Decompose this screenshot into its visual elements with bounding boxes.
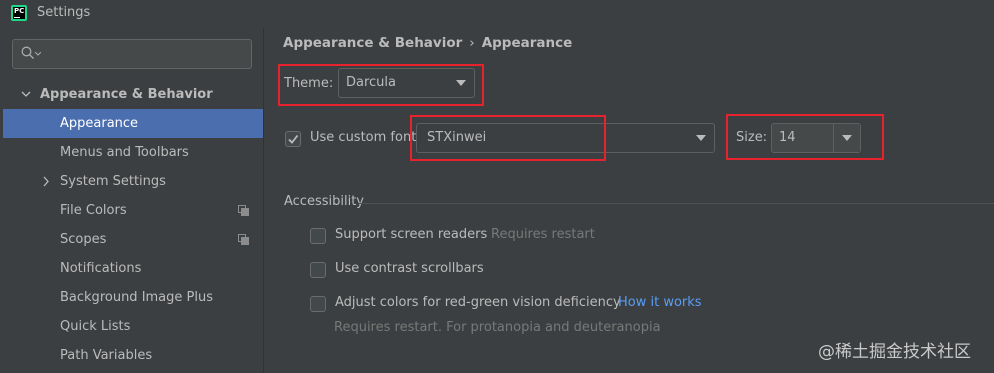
sidebar-item-notifications[interactable]: Notifications xyxy=(0,254,263,283)
section-divider xyxy=(359,203,994,204)
sidebar-item-menus-toolbars[interactable]: Menus and Toolbars xyxy=(0,138,263,167)
chevron-down-icon xyxy=(688,124,714,152)
copy-icon xyxy=(238,234,249,245)
breadcrumb-separator: › xyxy=(469,35,475,51)
font-highlight-box xyxy=(410,115,606,161)
sidebar-item-label: Notifications xyxy=(60,261,142,276)
support-screen-readers-label[interactable]: Support screen readers xyxy=(335,227,487,242)
sidebar-item-label: Menus and Toolbars xyxy=(60,145,189,160)
color-deficiency-label[interactable]: Adjust colors for red-green vision defic… xyxy=(335,295,621,310)
use-custom-font-label: Use custom font: xyxy=(310,130,421,145)
color-deficiency-hint: Requires restart. For protanopia and deu… xyxy=(334,320,661,335)
sidebar-item-file-colors[interactable]: File Colors xyxy=(0,196,263,225)
sidebar-item-appearance-behavior[interactable]: Appearance & Behavior xyxy=(0,80,263,109)
sidebar-item-quick-lists[interactable]: Quick Lists xyxy=(0,312,263,341)
theme-highlight-box xyxy=(278,64,484,106)
requires-restart-hint: Requires restart xyxy=(491,227,595,242)
watermark: @稀土掘金技术社区 xyxy=(818,342,971,362)
title-bar: PC Settings xyxy=(0,0,994,28)
breadcrumb: Appearance & Behavior › Appearance xyxy=(283,35,572,51)
how-it-works-link[interactable]: How it works xyxy=(618,295,702,310)
breadcrumb-current: Appearance xyxy=(481,35,573,51)
window-title: Settings xyxy=(37,5,91,20)
chevron-down-icon xyxy=(21,91,31,97)
sidebar-item-label: System Settings xyxy=(60,174,166,189)
support-screen-readers-checkbox[interactable] xyxy=(310,228,326,244)
sidebar-item-background-image-plus[interactable]: Background Image Plus xyxy=(0,283,263,312)
sidebar-item-scopes[interactable]: Scopes xyxy=(0,225,263,254)
accessibility-heading: Accessibility xyxy=(284,194,364,209)
sidebar-item-label: File Colors xyxy=(60,203,127,218)
size-highlight-box xyxy=(726,114,884,160)
sidebar-item-system-settings[interactable]: System Settings xyxy=(0,167,263,196)
sidebar-item-path-variables[interactable]: Path Variables xyxy=(0,341,263,370)
contrast-scrollbars-checkbox[interactable] xyxy=(310,262,326,278)
contrast-scrollbars-label[interactable]: Use contrast scrollbars xyxy=(335,261,484,276)
sidebar-item-label: Path Variables xyxy=(60,348,153,363)
settings-sidebar: Appearance & Behavior Appearance Menus a… xyxy=(0,28,263,373)
search-dropdown-icon xyxy=(35,52,41,56)
sidebar-item-label: Quick Lists xyxy=(60,319,131,334)
sidebar-item-label: Background Image Plus xyxy=(60,290,213,305)
breadcrumb-parent[interactable]: Appearance & Behavior xyxy=(283,35,462,51)
sidebar-item-label: Appearance & Behavior xyxy=(40,87,213,102)
sidebar-item-label: Appearance xyxy=(60,116,139,131)
checkmark-icon xyxy=(288,134,299,144)
use-custom-font-checkbox[interactable] xyxy=(285,131,301,147)
search-icon xyxy=(21,46,34,59)
copy-icon xyxy=(238,205,249,216)
color-deficiency-checkbox[interactable] xyxy=(310,296,326,312)
search-input[interactable] xyxy=(12,39,252,69)
chevron-right-icon xyxy=(43,176,49,187)
sidebar-item-label: Scopes xyxy=(60,232,107,247)
sidebar-item-appearance[interactable]: Appearance xyxy=(3,109,263,138)
pycharm-app-icon: PC xyxy=(11,5,27,21)
